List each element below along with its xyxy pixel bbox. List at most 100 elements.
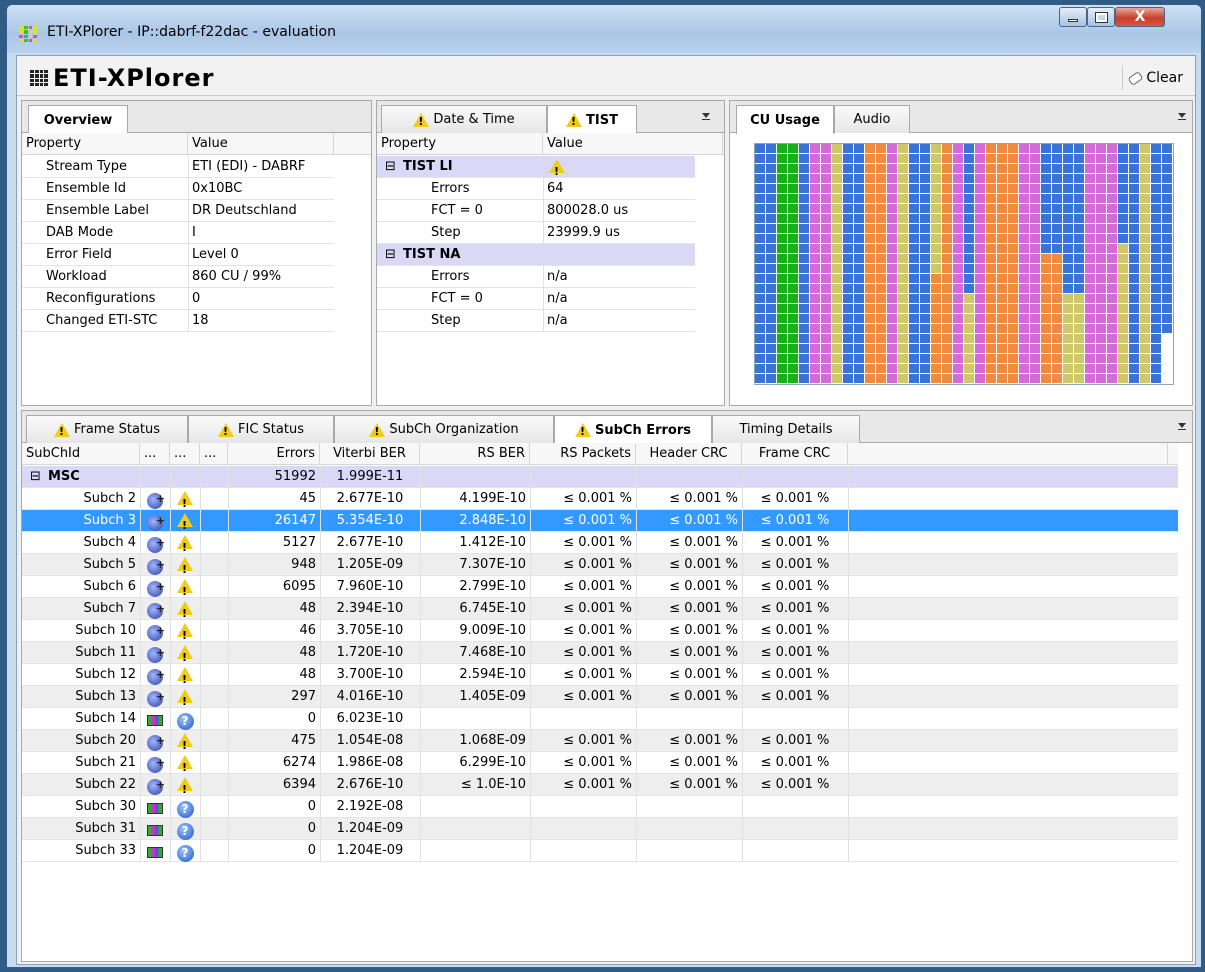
overview-row[interactable]: Changed ETI-STC 18 bbox=[22, 310, 334, 332]
cu-cell bbox=[1107, 234, 1118, 244]
overview-row[interactable]: Stream Type ETI (EDI) - DABRF bbox=[22, 156, 334, 178]
collapse-icon[interactable]: ⊟ bbox=[381, 244, 395, 266]
table-row[interactable]: Subch 20 475 1.054E-08 1.068E-09 ≤ 0.001 % ≤ … bbox=[22, 730, 1178, 752]
cu-cell bbox=[821, 204, 832, 214]
cu-cell bbox=[964, 304, 975, 314]
cu-cell bbox=[1096, 204, 1107, 214]
grid-line bbox=[170, 796, 171, 818]
col-rs-packets[interactable]: RS Packets bbox=[530, 443, 636, 465]
cu-cell bbox=[953, 354, 964, 364]
overview-row[interactable]: Workload 860 CU / 99% bbox=[22, 266, 334, 288]
tab-overview[interactable]: Overview bbox=[28, 105, 128, 134]
overview-row[interactable]: Ensemble Label DR Deutschland bbox=[22, 200, 334, 222]
tab-menu-icon[interactable] bbox=[1178, 423, 1186, 430]
grid-line bbox=[742, 598, 743, 620]
overview-row[interactable]: DAB Mode I bbox=[22, 222, 334, 244]
tist-col-value[interactable]: Value bbox=[543, 133, 723, 155]
tist-row[interactable]: Step n/a bbox=[377, 310, 695, 332]
cu-cell bbox=[865, 264, 876, 274]
tist-row[interactable]: Errors 64 bbox=[377, 178, 695, 200]
cu-cell bbox=[1019, 304, 1030, 314]
col-errors[interactable]: Errors bbox=[228, 443, 320, 465]
tab-cu-usage[interactable]: CU Usage bbox=[736, 105, 834, 134]
cu-cell bbox=[1162, 294, 1173, 304]
tab-menu-icon[interactable] bbox=[1178, 113, 1186, 120]
msc-group-row[interactable]: ⊟ MSC 51992 1.999E-11 bbox=[22, 466, 1178, 488]
table-row[interactable]: Subch 6 6095 7.960E-10 2.799E-10 ≤ 0.001 % ≤ … bbox=[22, 576, 1178, 598]
tist-row[interactable]: Errors n/a bbox=[377, 266, 695, 288]
tab-audio[interactable]: Audio bbox=[834, 105, 910, 133]
table-row[interactable]: Subch 14? 0 6.023E-10 bbox=[22, 708, 1178, 730]
title-bar[interactable]: ETI-XPlorer - IP::dabrf-f22dac - evaluat… bbox=[7, 5, 1201, 53]
table-row[interactable]: Subch 33? 0 1.204E-09 bbox=[22, 840, 1178, 862]
cu-cell bbox=[1129, 274, 1140, 284]
cu-cell bbox=[766, 184, 777, 194]
tist-row[interactable]: Step 23999.9 us bbox=[377, 222, 695, 244]
tab-subch-errors[interactable]: SubCh Errors bbox=[554, 415, 712, 444]
cell-errors: 948 bbox=[291, 557, 316, 572]
tab-tist[interactable]: TIST bbox=[547, 105, 637, 134]
cu-cell bbox=[799, 194, 810, 204]
cu-cell bbox=[821, 184, 832, 194]
cu-cell bbox=[1074, 224, 1085, 234]
cu-cell bbox=[766, 224, 777, 234]
overview-row[interactable]: Ensemble Id 0x10BC bbox=[22, 178, 334, 200]
table-row[interactable]: Subch 12 48 3.700E-10 2.594E-10 ≤ 0.001 % ≤ 0… bbox=[22, 664, 1178, 686]
tab-fic-status[interactable]: FIC Status bbox=[188, 415, 334, 443]
table-row[interactable]: Subch 31? 0 1.204E-09 bbox=[22, 818, 1178, 840]
overview-row[interactable]: Reconfigurations 0 bbox=[22, 288, 334, 310]
tab-subch-organization[interactable]: SubCh Organization bbox=[334, 415, 554, 443]
table-row[interactable]: Subch 22 6394 2.676E-10 ≤ 1.0E-10 ≤ 0.001 % ≤… bbox=[22, 774, 1178, 796]
cu-cell bbox=[975, 294, 986, 304]
audio-service-icon bbox=[140, 532, 170, 554]
overview-col-value[interactable]: Value bbox=[188, 133, 334, 155]
cu-cell bbox=[1030, 254, 1041, 264]
col-frame-crc[interactable]: Frame CRC bbox=[742, 443, 848, 465]
tist-col-property[interactable]: Property bbox=[377, 133, 543, 155]
cu-cell bbox=[898, 284, 909, 294]
cu-cell bbox=[788, 304, 799, 314]
maximize-button[interactable] bbox=[1087, 7, 1115, 27]
tist-row[interactable]: FCT = 0 n/a bbox=[377, 288, 695, 310]
overview-col-property[interactable]: Property bbox=[22, 133, 188, 155]
tist-group-row[interactable]: ⊟ TIST NA bbox=[377, 244, 695, 266]
grid-line bbox=[200, 598, 201, 620]
table-row[interactable]: Subch 5 948 1.205E-09 7.307E-10 ≤ 0.001 % ≤ 0… bbox=[22, 554, 1178, 576]
minimize-button[interactable] bbox=[1059, 7, 1087, 27]
collapse-icon[interactable]: ⊟ bbox=[381, 156, 395, 178]
overview-row[interactable]: Error Field Level 0 bbox=[22, 244, 334, 266]
table-row[interactable]: Subch 30? 0 2.192E-08 bbox=[22, 796, 1178, 818]
table-row[interactable]: Subch 10 46 3.705E-10 9.009E-10 ≤ 0.001 % ≤ 0… bbox=[22, 620, 1178, 642]
table-row[interactable]: Subch 11 48 1.720E-10 7.468E-10 ≤ 0.001 % ≤ 0… bbox=[22, 642, 1178, 664]
tab-frame-status[interactable]: Frame Status bbox=[26, 415, 188, 443]
tab-timing-details[interactable]: Timing Details bbox=[712, 415, 860, 443]
cell-errors: 26147 bbox=[274, 513, 316, 528]
col-extra-3[interactable]: ... bbox=[200, 443, 228, 465]
tab-date-time[interactable]: Date & Time bbox=[381, 105, 547, 133]
cu-cell bbox=[832, 254, 843, 264]
tist-group-row[interactable]: ⊟ TIST LI bbox=[377, 156, 695, 181]
tist-row[interactable]: FCT = 0 800028.0 us bbox=[377, 200, 695, 222]
cu-cell bbox=[843, 314, 854, 324]
cu-cell bbox=[777, 304, 788, 314]
table-row[interactable]: Subch 4 5127 2.677E-10 1.412E-10 ≤ 0.001 % ≤ … bbox=[22, 532, 1178, 554]
table-row[interactable]: Subch 7 48 2.394E-10 6.745E-10 ≤ 0.001 % ≤ 0.… bbox=[22, 598, 1178, 620]
close-button[interactable]: X bbox=[1115, 7, 1165, 27]
col-header-crc[interactable]: Header CRC bbox=[636, 443, 742, 465]
col-rs-ber[interactable]: RS BER bbox=[420, 443, 530, 465]
table-row[interactable]: Subch 13 297 4.016E-10 1.405E-09 ≤ 0.001 % ≤ … bbox=[22, 686, 1178, 708]
col-extra-1[interactable]: ... bbox=[140, 443, 170, 465]
col-extra-2[interactable]: ... bbox=[170, 443, 200, 465]
cell-rs-ber bbox=[420, 818, 530, 840]
table-row[interactable]: Subch 21 6274 1.986E-08 6.299E-10 ≤ 0.001 % ≤… bbox=[22, 752, 1178, 774]
col-subchid[interactable]: SubChId bbox=[22, 443, 140, 465]
cu-cell bbox=[777, 314, 788, 324]
cu-cell bbox=[821, 194, 832, 204]
col-viterbi-ber[interactable]: Viterbi BER bbox=[320, 443, 420, 465]
table-row[interactable]: Subch 3 26147 5.354E-10 2.848E-10 ≤ 0.001 % ≤… bbox=[22, 510, 1178, 532]
clear-button[interactable]: Clear bbox=[1122, 66, 1189, 90]
grid-line bbox=[742, 576, 743, 598]
tab-menu-icon[interactable] bbox=[702, 113, 710, 120]
collapse-icon[interactable]: ⊟ bbox=[26, 466, 40, 488]
table-row[interactable]: Subch 2 45 2.677E-10 4.199E-10 ≤ 0.001 % ≤ 0.… bbox=[22, 488, 1178, 510]
